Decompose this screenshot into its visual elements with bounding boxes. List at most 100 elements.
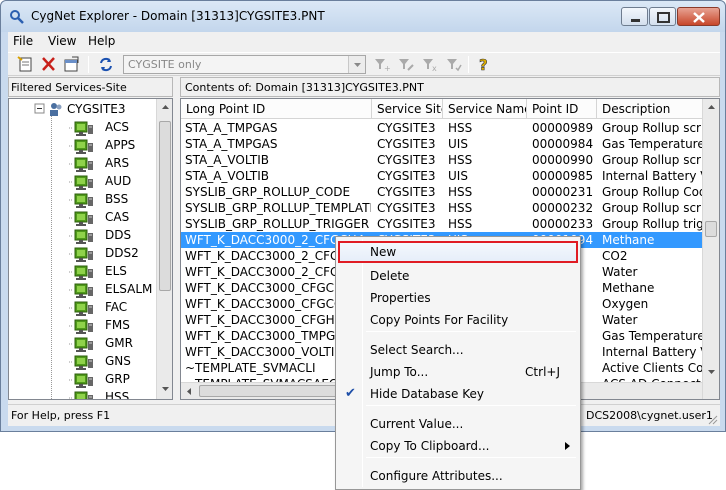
- maximize-button[interactable]: [649, 7, 676, 26]
- table-cell: CYGSITE3: [377, 185, 436, 199]
- scroll-down-icon[interactable]: [704, 365, 719, 380]
- tree-item[interactable]: BSS: [51, 191, 128, 209]
- service-icon: [51, 211, 93, 226]
- tree-item[interactable]: DDS: [51, 227, 131, 245]
- menu-view[interactable]: View: [48, 34, 76, 48]
- table-cell: Active Clients Cou: [602, 361, 702, 375]
- help-button[interactable]: ?: [474, 55, 494, 75]
- tree-item[interactable]: FAC: [51, 299, 127, 317]
- tree-item[interactable]: ELSALM: [51, 281, 152, 299]
- menu-file[interactable]: File: [13, 34, 33, 48]
- tree-item[interactable]: GMR: [51, 335, 133, 353]
- title-bar[interactable]: CygNet Explorer - Domain [31313]CYGSITE3…: [1, 1, 725, 32]
- col-long-point-id[interactable]: Long Point ID: [181, 99, 372, 119]
- tree-item-label: ACS: [105, 120, 129, 134]
- maximize-icon: [657, 12, 670, 23]
- h-scroll-thumb[interactable]: [199, 385, 339, 397]
- right-scroll-thumb[interactable]: [705, 221, 717, 237]
- table-cell: Methane: [602, 281, 655, 295]
- tree-item[interactable]: ELS: [51, 263, 127, 281]
- menu-item-configure-attributes[interactable]: Configure Attributes...: [338, 465, 578, 487]
- menu-item-copy-points-for-facility[interactable]: Copy Points For Facility: [338, 309, 578, 331]
- menu-item-jump-to[interactable]: Jump To... Ctrl+J: [338, 361, 578, 383]
- status-user: DCS2008\cygnet.user1: [586, 409, 713, 422]
- tree-item[interactable]: HSS: [51, 389, 129, 399]
- scroll-up-icon[interactable]: [158, 100, 173, 115]
- tree-item[interactable]: ACS: [51, 119, 129, 137]
- filter-apply-button[interactable]: [444, 55, 464, 74]
- scroll-left-icon[interactable]: [182, 384, 197, 399]
- svg-text:?: ?: [479, 56, 488, 74]
- menu-help[interactable]: Help: [88, 34, 115, 48]
- menu-item-select-search[interactable]: Select Search...: [338, 339, 578, 361]
- services-tree[interactable]: CYGSITE3 ACS APPS ARS AUD BSS CAS DDS DDS2 ELS EL…: [8, 98, 173, 400]
- tree-root-label: CYGSITE3: [67, 102, 126, 116]
- filter-remove-button[interactable]: x: [420, 55, 440, 74]
- properties-button[interactable]: [62, 55, 82, 74]
- col-service-site[interactable]: Service Site: [372, 99, 443, 119]
- close-button[interactable]: [677, 7, 720, 26]
- new-button[interactable]: [16, 55, 36, 74]
- menu-separator: [366, 457, 576, 458]
- tree-item[interactable]: GNS: [51, 353, 131, 371]
- refresh-button[interactable]: [96, 55, 116, 74]
- table-cell: 00000990: [532, 153, 594, 167]
- menu-item-label: Delete: [370, 269, 410, 283]
- table-row[interactable]: STA_A_VOLTIB CYGSITE3 UIS 00000985 Internal …: [181, 168, 702, 184]
- properties-icon: [64, 56, 79, 72]
- delete-icon: [42, 57, 55, 71]
- new-document-icon: [17, 56, 32, 72]
- left-scrollbar[interactable]: [156, 99, 173, 399]
- scroll-up-icon[interactable]: [704, 100, 719, 115]
- refresh-icon: [100, 57, 112, 72]
- delete-button[interactable]: [39, 55, 59, 74]
- table-cell: Methane: [602, 233, 655, 247]
- scroll-down-icon[interactable]: [158, 382, 173, 397]
- resize-grip-icon[interactable]: [706, 413, 718, 425]
- site-filter-combo[interactable]: CYGSITE only: [123, 55, 366, 74]
- right-scrollbar[interactable]: [702, 99, 719, 399]
- table-cell: CYGSITE3: [377, 153, 436, 167]
- table-row[interactable]: STA_A_VOLTIB CYGSITE3 HSS 00000990 Group Rol…: [181, 152, 702, 168]
- table-row[interactable]: SYSLIB_GRP_ROLLUP_CODE CYGSITE3 HSS 0000023…: [181, 184, 702, 200]
- tree-item[interactable]: ARS: [51, 155, 129, 173]
- help-question-icon: ?: [479, 56, 488, 75]
- service-icon: [51, 193, 93, 208]
- chevron-down-icon[interactable]: [348, 56, 365, 73]
- table-cell: CO2: [602, 249, 628, 263]
- col-service-name[interactable]: Service Name: [443, 99, 527, 119]
- table-row[interactable]: STA_A_TMPGAS CYGSITE3 HSS 00000989 Group Rol…: [181, 120, 702, 136]
- menu-item-delete[interactable]: Delete: [338, 265, 578, 287]
- table-cell: 00000231: [532, 185, 594, 199]
- menu-item-new[interactable]: New: [338, 241, 578, 263]
- filter-edit-button[interactable]: [396, 55, 416, 74]
- menu-item-hide-database-key[interactable]: ✔ Hide Database Key: [338, 383, 578, 405]
- minimize-button[interactable]: [621, 7, 648, 26]
- table-cell: CYGSITE3: [377, 169, 436, 183]
- table-row[interactable]: SYSLIB_GRP_ROLLUP_TEMPLATE CYGSITE3 HSS 000…: [181, 200, 702, 216]
- table-cell: 00000233: [532, 217, 594, 231]
- tree-item[interactable]: APPS: [51, 137, 135, 155]
- tree-item[interactable]: FMS: [51, 317, 130, 335]
- menu-item-current-value[interactable]: Current Value...: [338, 413, 578, 435]
- left-scroll-thumb[interactable]: [159, 121, 171, 291]
- table-cell: STA_A_TMPGAS: [185, 121, 278, 135]
- filter-add-button[interactable]: +: [372, 55, 392, 74]
- table-cell: Water: [602, 265, 638, 279]
- table-cell: Oxygen: [602, 297, 649, 311]
- table-cell: SYSLIB_GRP_ROLLUP_TRIGGER: [185, 217, 370, 231]
- tree-item[interactable]: CAS: [51, 209, 129, 227]
- col-description[interactable]: Description: [597, 99, 703, 119]
- menu-item-properties[interactable]: Properties: [338, 287, 578, 309]
- collapse-icon[interactable]: [34, 103, 48, 117]
- table-row[interactable]: SYSLIB_GRP_ROLLUP_TRIGGER CYGSITE3 HSS 0000…: [181, 216, 702, 232]
- tree-item[interactable]: GRP: [51, 371, 130, 389]
- menu-item-copy-to-clipboard[interactable]: Copy To Clipboard...: [338, 435, 578, 457]
- table-row[interactable]: STA_A_TMPGAS CYGSITE3 UIS 00000984 Gas Tempe…: [181, 136, 702, 152]
- tree-item[interactable]: AUD: [51, 173, 131, 191]
- col-point-id[interactable]: Point ID: [527, 99, 597, 119]
- table-cell: SYSLIB_GRP_ROLLUP_CODE: [185, 185, 351, 199]
- minimize-icon: [631, 19, 640, 22]
- tree-item[interactable]: DDS2: [51, 245, 139, 263]
- table-cell: HSS: [448, 201, 473, 215]
